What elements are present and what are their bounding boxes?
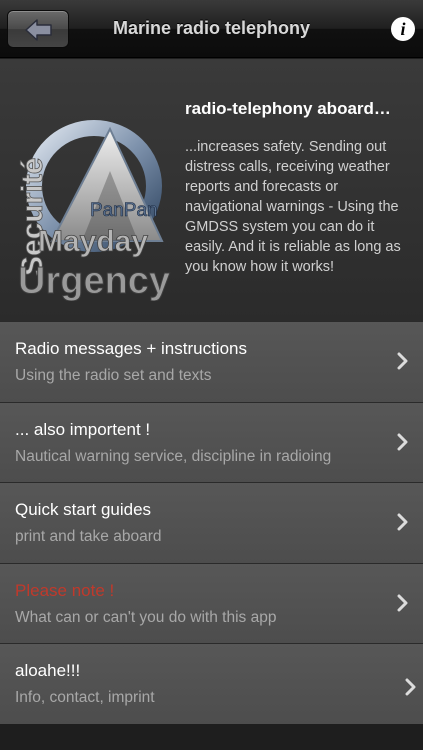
svg-text:PanPan: PanPan bbox=[90, 200, 158, 221]
info-button[interactable]: i bbox=[391, 17, 415, 41]
menu-item-title: Radio messages + instructions bbox=[15, 339, 247, 358]
securite-mayday-logo: Securité PanPan Mayday Urgency bbox=[16, 120, 171, 301]
menu-item-subtitle: Using the radio set and texts bbox=[15, 367, 212, 384]
chevron-right-icon bbox=[397, 513, 408, 531]
navigation-bar: Marine radio telephony i bbox=[0, 0, 423, 58]
chevron-right-icon bbox=[397, 433, 408, 450]
chevron-right-icon bbox=[397, 594, 408, 611]
menu-item-quick-start[interactable]: Quick start guides print and take aboard bbox=[0, 482, 423, 563]
menu-item-title: Please note ! bbox=[15, 580, 115, 600]
menu-item-title: ... also importent ! bbox=[15, 419, 151, 439]
back-button[interactable] bbox=[7, 10, 69, 48]
intro-text: ...increases safety. Sending out distres… bbox=[185, 139, 401, 275]
menu-item-please-note[interactable]: Please note ! What can or can't you do w… bbox=[0, 562, 423, 643]
menu-item-subtitle: Info, contact, imprint bbox=[15, 689, 155, 706]
menu-item-subtitle: What can or can't you do with this app bbox=[15, 608, 277, 626]
svg-text:Urgency: Urgency bbox=[18, 260, 170, 301]
svg-text:Mayday: Mayday bbox=[38, 225, 148, 258]
chevron-right-icon bbox=[397, 352, 408, 370]
menu-item-radio-messages[interactable]: Radio messages + instructions Using the … bbox=[0, 321, 423, 402]
page-title: Marine radio telephony bbox=[112, 18, 311, 38]
chevron-right-icon bbox=[405, 678, 416, 696]
menu-item-also-important[interactable]: ... also importent ! Nautical warning se… bbox=[0, 401, 423, 482]
intro-title: radio-telephony aboard… bbox=[185, 99, 391, 118]
menu-item-subtitle: print and take aboard bbox=[15, 528, 162, 545]
menu-item-title: aloahe!!! bbox=[15, 661, 81, 680]
menu-item-about[interactable]: aloahe!!! Info, contact, imprint bbox=[0, 643, 423, 724]
menu-item-title: Quick start guides bbox=[15, 500, 152, 519]
intro-panel: Securité PanPan Mayday Urgency radio-tel… bbox=[0, 59, 423, 321]
menu-item-subtitle: Nautical warning service, discipline in … bbox=[15, 447, 332, 465]
menu-list: Radio messages + instructions Using the … bbox=[0, 321, 423, 724]
svg-text:Securité: Securité bbox=[16, 158, 49, 276]
back-arrow-icon bbox=[25, 19, 52, 41]
